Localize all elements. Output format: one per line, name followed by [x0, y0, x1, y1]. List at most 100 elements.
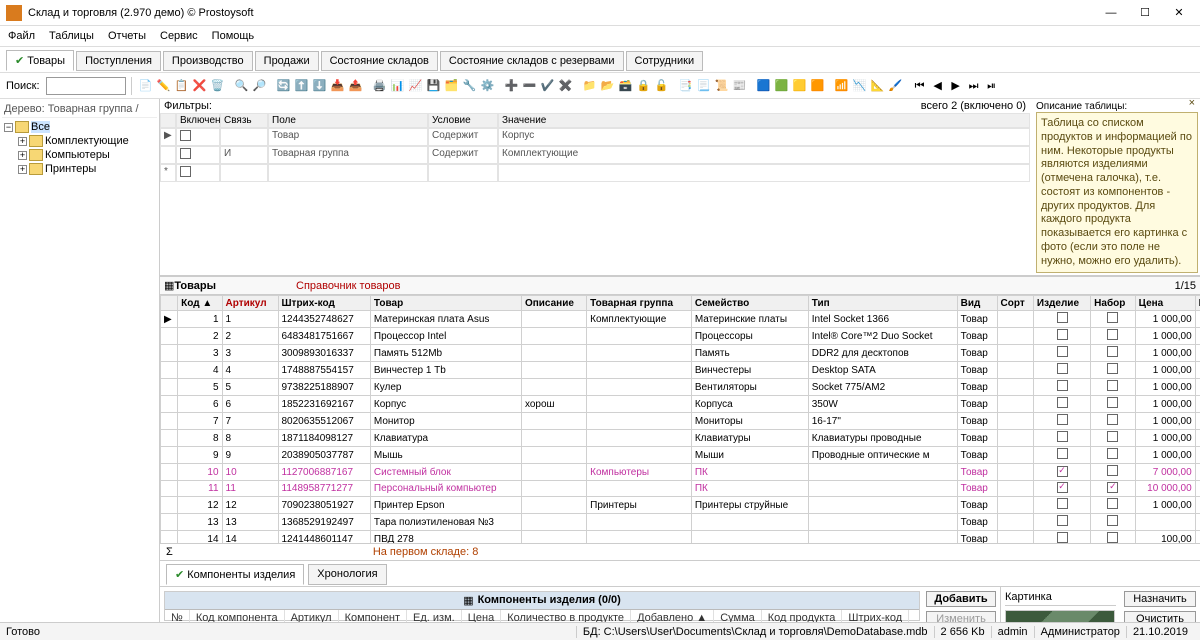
toolbar-button[interactable]: 💾: [425, 76, 443, 94]
expand-icon[interactable]: +: [18, 151, 27, 160]
table-row[interactable]: 881871184098127КлавиатураКлавиатурыКлави…: [161, 430, 1200, 447]
tree-item[interactable]: Комплектующие: [45, 135, 129, 147]
tree[interactable]: − Все + Комплектующие + Компьютеры + Принтеры: [2, 118, 157, 178]
toolbar-button[interactable]: 🗑️: [209, 76, 227, 94]
toolbar-button[interactable]: 📥: [329, 76, 347, 94]
filters-grid[interactable]: ВключенСвязьПолеУсловиеЗначение▶ТоварСод…: [160, 113, 1030, 182]
table-row[interactable]: 441748887554157Винчестер 1 TbВинчестерыD…: [161, 362, 1200, 379]
expand-icon[interactable]: +: [18, 165, 27, 174]
toolbar-button[interactable]: 🟦: [755, 76, 773, 94]
maximize-button[interactable]: ☐: [1130, 3, 1160, 23]
toolbar-button[interactable]: 📰: [731, 76, 749, 94]
toolbar-button[interactable]: ✔️: [539, 76, 557, 94]
bottom-tab[interactable]: Хронология: [308, 564, 386, 585]
toolbar-button[interactable]: 📄: [137, 76, 155, 94]
toolbar-button[interactable]: 🟩: [773, 76, 791, 94]
toolbar-button[interactable]: 📜: [713, 76, 731, 94]
components-header: Компоненты изделия (0/0): [478, 594, 621, 607]
toolbar-button[interactable]: ❌: [191, 76, 209, 94]
toolbar-button[interactable]: ◀: [929, 76, 947, 94]
menu-item[interactable]: Файл: [8, 30, 35, 42]
toolbar-button[interactable]: 🗃️: [617, 76, 635, 94]
table-row[interactable]: 661852231692167КорпусхорошКорпуса350WТов…: [161, 396, 1200, 413]
tab-Производство[interactable]: Производство: [163, 51, 253, 71]
toolbar-button[interactable]: ⏭: [965, 77, 983, 95]
toolbar-button[interactable]: 📤: [347, 76, 365, 94]
table-row[interactable]: 12127090238051927Принтер EpsonПринтерыПр…: [161, 497, 1200, 514]
table-row[interactable]: 14141241448601147ПВД 278Товар100,00120,0…: [161, 531, 1200, 544]
status-db: БД: C:\Users\User\Documents\Склад и торг…: [576, 626, 934, 638]
table-row[interactable]: 13131368529192497Тара полиэтиленовая №3Т…: [161, 514, 1200, 531]
status-date: 21.10.2019: [1126, 626, 1194, 638]
window-title: Склад и торговля (2.970 демо) © Prostoys…: [28, 7, 254, 19]
toolbar-button[interactable]: ⏮: [911, 77, 929, 95]
collapse-icon[interactable]: −: [4, 123, 13, 132]
products-grid[interactable]: Код ▲АртикулШтрих-кодТоварОписаниеТоварн…: [160, 295, 1200, 543]
menu-item[interactable]: Отчеты: [108, 30, 146, 42]
grid-title: Товары: [174, 280, 216, 292]
toolbar-button[interactable]: 📉: [851, 76, 869, 94]
toolbar-button[interactable]: 🖨️: [371, 76, 389, 94]
toolbar-button[interactable]: 🖌️: [887, 76, 905, 94]
tab-Сотрудники[interactable]: Сотрудники: [626, 51, 704, 71]
toolbar-button[interactable]: 🔄: [275, 76, 293, 94]
tab-Состояние складов[interactable]: Состояние складов: [321, 51, 438, 71]
toolbar-button[interactable]: 📐: [869, 76, 887, 94]
toolbar-button[interactable]: ⏯: [983, 77, 1001, 95]
tree-item[interactable]: Принтеры: [45, 163, 96, 175]
tab-Товары[interactable]: ✔Товары: [6, 50, 74, 71]
table-row[interactable]: 778020635512067МониторМониторы16-17"Това…: [161, 413, 1200, 430]
toolbar-button[interactable]: ✏️: [155, 76, 173, 94]
toolbar-button[interactable]: 📃: [695, 76, 713, 94]
statusbar: Готово БД: C:\Users\User\Documents\Склад…: [0, 622, 1200, 640]
toolbar-button[interactable]: ➕: [503, 76, 521, 94]
table-row[interactable]: ▶111244352748627Материнская плата AsusКо…: [161, 311, 1200, 328]
toolbar: Поиск: 📄✏️📋❌🗑️🔍🔎🔄⬆️⬇️📥📤🖨️📊📈💾🗂️🔧⚙️➕➖✔️✖️📁…: [0, 73, 1200, 99]
table-row[interactable]: 11111148958771277Персональный компьютерП…: [161, 481, 1200, 497]
table-row[interactable]: 559738225188907КулерВентиляторыSocket 77…: [161, 379, 1200, 396]
toolbar-button[interactable]: 🔍: [233, 76, 251, 94]
toolbar-button[interactable]: 📋: [173, 76, 191, 94]
toolbar-button[interactable]: 🔒: [635, 76, 653, 94]
toolbar-button[interactable]: 🔧: [461, 76, 479, 94]
toolbar-button[interactable]: ▶: [947, 76, 965, 94]
expand-icon[interactable]: +: [18, 137, 27, 146]
table-row[interactable]: 226483481751667Процессор IntelПроцессоры…: [161, 328, 1200, 345]
toolbar-button[interactable]: ➖: [521, 76, 539, 94]
components-grid[interactable]: ▦Компоненты изделия (0/0) №Код компонент…: [164, 591, 920, 621]
table-row[interactable]: 992038905037787МышьМышиПроводные оптичес…: [161, 447, 1200, 464]
menu-item[interactable]: Сервис: [160, 30, 198, 42]
toolbar-button[interactable]: 🔓: [653, 76, 671, 94]
toolbar-button[interactable]: 🔎: [251, 76, 269, 94]
toolbar-button[interactable]: ⬇️: [311, 76, 329, 94]
toolbar-button[interactable]: 📊: [389, 76, 407, 94]
close-icon[interactable]: ×: [1189, 99, 1195, 111]
toolbar-button[interactable]: 🟧: [809, 76, 827, 94]
bottom-tab[interactable]: ✔Компоненты изделия: [166, 564, 304, 585]
toolbar-button[interactable]: ⬆️: [293, 76, 311, 94]
menu-item[interactable]: Помощь: [212, 30, 255, 42]
tree-root[interactable]: Все: [31, 121, 50, 133]
toolbar-button[interactable]: ✖️: [557, 76, 575, 94]
add-button[interactable]: Добавить: [926, 591, 996, 607]
toolbar-button[interactable]: 🟨: [791, 76, 809, 94]
tree-item[interactable]: Компьютеры: [45, 149, 110, 161]
toolbar-button[interactable]: ⚙️: [479, 76, 497, 94]
toolbar-button[interactable]: 📑: [677, 76, 695, 94]
titlebar: Склад и торговля (2.970 демо) © Prostoys…: [0, 0, 1200, 26]
menu-item[interactable]: Таблицы: [49, 30, 94, 42]
tab-Поступления[interactable]: Поступления: [76, 51, 161, 71]
toolbar-button[interactable]: 📶: [833, 76, 851, 94]
assign-button[interactable]: Назначить: [1124, 591, 1196, 607]
toolbar-button[interactable]: 📈: [407, 76, 425, 94]
table-row[interactable]: 333009893016337Память 512MbПамятьDDR2 дл…: [161, 345, 1200, 362]
table-row[interactable]: 10101127006887167Системный блокКомпьютер…: [161, 464, 1200, 481]
minimize-button[interactable]: —: [1096, 3, 1126, 23]
close-button[interactable]: ✕: [1164, 3, 1194, 23]
toolbar-button[interactable]: 🗂️: [443, 76, 461, 94]
tab-Продажи[interactable]: Продажи: [255, 51, 319, 71]
toolbar-button[interactable]: 📂: [599, 76, 617, 94]
tab-Состояние складов с резервами[interactable]: Состояние складов с резервами: [440, 51, 624, 71]
toolbar-button[interactable]: 📁: [581, 76, 599, 94]
search-input[interactable]: [46, 77, 126, 95]
